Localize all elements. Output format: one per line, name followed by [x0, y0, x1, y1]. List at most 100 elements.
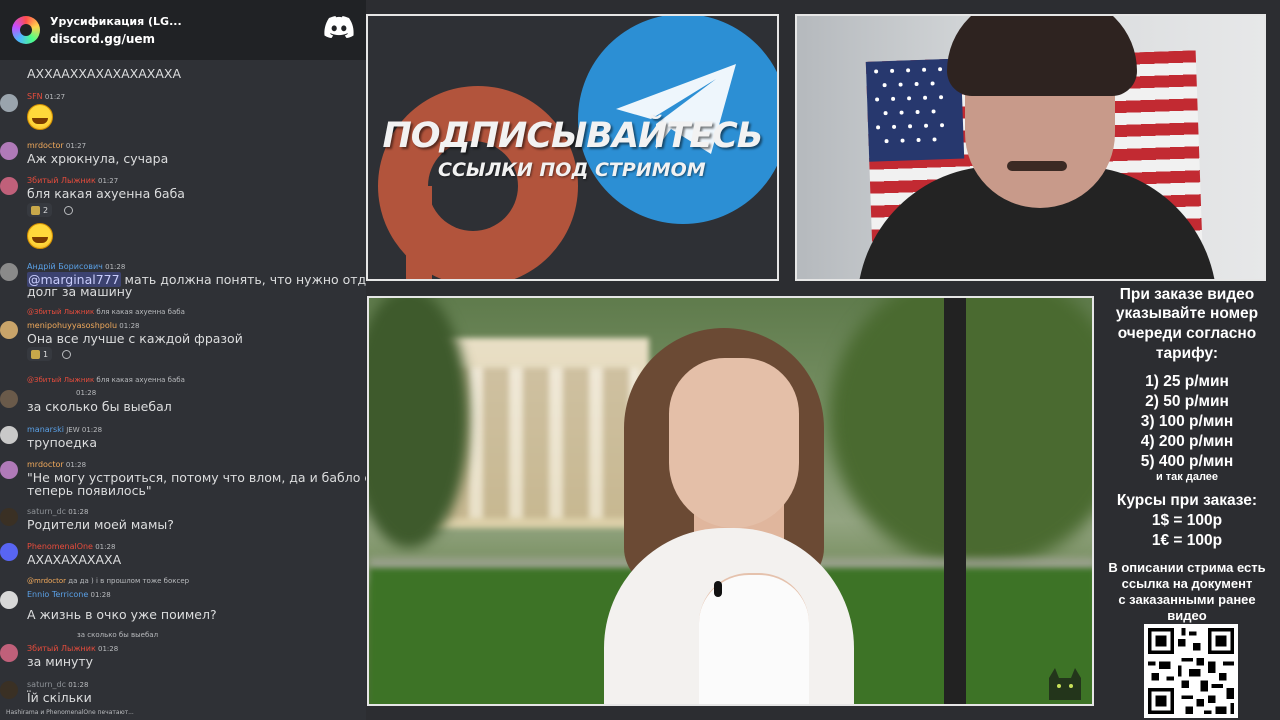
author-name[interactable]: manarski: [27, 425, 64, 434]
message-time: 01:28: [68, 681, 89, 689]
message-meta: SFN 01:27: [27, 92, 65, 101]
tariff-1: 1) 25 р/мин: [1145, 373, 1229, 390]
rates-title: Курсы при заказе:: [1116, 492, 1258, 509]
tariff-etc: и так далее: [1155, 471, 1219, 483]
message-time: 01:28: [105, 263, 126, 271]
avatar: [0, 94, 18, 112]
description-line: с заказанными ранее: [1118, 592, 1256, 607]
message-text: Родители моей мамы?: [27, 517, 174, 532]
interviewee-face: [669, 358, 799, 528]
message-meta: saturn_dc 01:28: [27, 680, 88, 689]
message-time: 01:28: [98, 645, 119, 653]
message-meta: Ennio Terricone 01:28: [27, 590, 111, 599]
server-icon: [12, 16, 40, 44]
server-invite[interactable]: discord.gg/uem: [50, 32, 182, 46]
author-name[interactable]: saturn_dc: [27, 507, 66, 516]
server-name: Урусификация (LG...: [50, 14, 182, 28]
author-name[interactable]: menipohuyyasoshpolu: [27, 321, 117, 330]
rate-usd: 1$ = 100р: [1151, 512, 1223, 529]
author-name[interactable]: mrdoctor: [27, 141, 64, 150]
laughing-emoji-icon: [27, 223, 53, 249]
main-video-player[interactable]: [367, 296, 1094, 706]
message-text-line2: долг за машину: [27, 284, 133, 299]
reaction-emoji-icon: [31, 349, 40, 359]
description-line: В описании стрима есть: [1108, 560, 1266, 575]
message-time: 01:27: [98, 177, 119, 185]
reply-preview[interactable]: @Збитый Лыжник бля какая ахуенна баба: [27, 308, 185, 316]
discord-chat-panel: Урусификация (LG... discord.gg/uem АХХАА…: [0, 0, 366, 720]
reply-preview[interactable]: @mrdoctor да да ) і в прошлом тоже боксе…: [27, 577, 189, 585]
streamer-hair: [947, 16, 1137, 96]
info-line: очереди согласно: [1117, 325, 1257, 342]
message-text: Їй скільки: [27, 690, 92, 705]
avatar: [0, 426, 18, 444]
avatar: [0, 681, 18, 699]
message-meta: saturn_dc 01:28: [27, 507, 88, 516]
reaction-count: 1: [43, 349, 49, 359]
reply-preview[interactable]: за сколько бы выебал: [77, 631, 158, 639]
message-time: 01:28: [65, 461, 87, 469]
message-meta: 01:28: [76, 389, 96, 397]
avatar: [0, 461, 18, 479]
author-name[interactable]: Ennio Terricone: [27, 590, 88, 599]
author-name[interactable]: saturn_dc: [27, 680, 66, 689]
info-line: При заказе видео: [1119, 286, 1255, 303]
avatar: [0, 390, 18, 408]
reaction[interactable]: 2: [27, 203, 53, 217]
typing-indicator: Hashirama и PhenomenalOne печатают...: [6, 709, 134, 716]
reply-text: бля какая ахуенна баба: [96, 308, 185, 316]
rate-eur: 1€ = 100р: [1151, 532, 1223, 549]
avatar: [0, 321, 18, 339]
reply-preview[interactable]: @Збитый Лыжник бля какая ахуенна баба: [27, 376, 185, 384]
tariff-4: 4) 200 р/мин: [1140, 433, 1234, 450]
reply-text: да да ) і в прошлом тоже боксер: [68, 577, 190, 585]
patreon-logo-bar: [406, 186, 432, 279]
avatar: [0, 177, 18, 195]
message-meta: mrdoctor 01:28: [27, 460, 86, 469]
tariff-2: 2) 50 р/мин: [1145, 393, 1229, 410]
author-name[interactable]: SFN: [27, 92, 43, 101]
author-name[interactable]: Збитый Лыжник: [27, 644, 96, 653]
avatar: [0, 263, 18, 281]
server-info: Урусификация (LG... discord.gg/uem: [50, 15, 182, 46]
discord-icon: [324, 16, 354, 38]
order-info-panel: При заказе видео указывайте номер очеред…: [1094, 282, 1280, 720]
message-text: за минуту: [27, 654, 94, 669]
stream-layout: Урусификация (LG... discord.gg/uem АХХАА…: [0, 0, 1280, 720]
message-meta: PhenomenalOne 01:28: [27, 542, 115, 551]
description-line: ссылка на документ: [1121, 576, 1253, 591]
message-time: 01:28: [81, 426, 103, 434]
author-name[interactable]: PhenomenalOne: [27, 542, 93, 551]
description-line: видео: [1167, 608, 1207, 623]
chat-header: Урусификация (LG... discord.gg/uem: [0, 0, 366, 60]
author-name[interactable]: Андрій Борисович: [27, 262, 103, 271]
streamer-mustache: [1007, 161, 1067, 171]
avatar: [0, 644, 18, 662]
message-meta: Збитый Лыжник 01:28: [27, 644, 118, 653]
message-time: 01:28: [95, 543, 116, 551]
message-text: за сколько бы выебал: [27, 399, 172, 414]
avatar: [0, 142, 18, 160]
message-time: 01:28: [76, 389, 97, 397]
avatar: [0, 508, 18, 526]
message-text: бля какая ахуенна баба: [27, 186, 185, 201]
message-text: АХАХАХАХАХА: [27, 552, 122, 567]
message-time: 01:28: [119, 322, 140, 330]
reaction-count: 2: [43, 205, 49, 215]
qr-code-icon[interactable]: [1144, 624, 1238, 718]
tariff-3: 3) 100 р/мин: [1140, 413, 1234, 430]
message-text: трупоедка: [27, 435, 97, 450]
message-meta: mrdoctor 01:27: [27, 141, 86, 150]
add-reaction-icon[interactable]: [62, 350, 71, 359]
lavalier-mic-icon: [714, 581, 722, 597]
message-meta: manarski JEW 01:28: [27, 425, 102, 434]
add-reaction-icon[interactable]: [64, 206, 73, 215]
video-lamp-pole: [944, 298, 966, 704]
laughing-emoji-icon: [27, 104, 53, 130]
reaction[interactable]: 1: [27, 347, 53, 361]
message-time: 01:28: [90, 591, 111, 599]
author-name[interactable]: mrdoctor: [27, 460, 64, 469]
message-meta: menipohuyyasoshpolu 01:28: [27, 321, 139, 330]
author-name[interactable]: Збитый Лыжник: [27, 176, 96, 185]
message-meta: Збитый Лыжник 01:27: [27, 176, 118, 185]
